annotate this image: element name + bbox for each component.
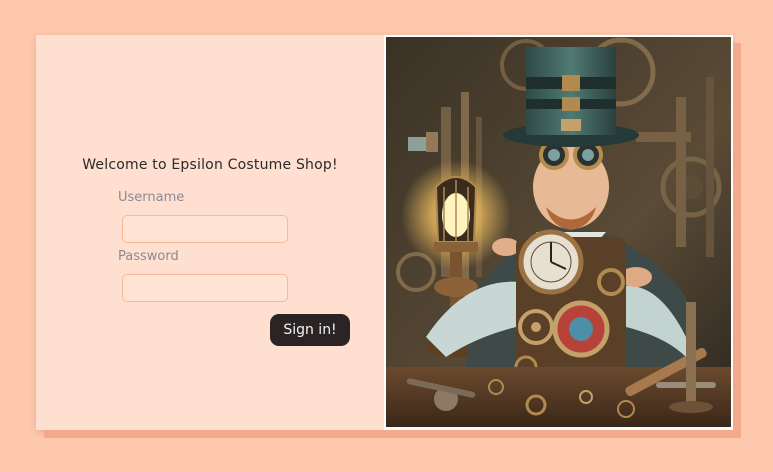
username-input[interactable] bbox=[122, 215, 288, 243]
username-label: Username bbox=[118, 190, 185, 205]
welcome-heading: Welcome to Epsilon Costume Shop! bbox=[82, 157, 338, 173]
illustration-panel bbox=[384, 35, 733, 430]
password-input[interactable] bbox=[122, 274, 288, 302]
login-form: Welcome to Epsilon Costume Shop! Usernam… bbox=[36, 35, 384, 430]
password-label: Password bbox=[118, 249, 179, 264]
sign-in-button[interactable]: Sign in! bbox=[270, 314, 350, 346]
clockwork-device bbox=[514, 229, 626, 387]
login-card: Welcome to Epsilon Costume Shop! Usernam… bbox=[36, 35, 733, 430]
steampunk-clockmaker-image bbox=[386, 37, 731, 427]
